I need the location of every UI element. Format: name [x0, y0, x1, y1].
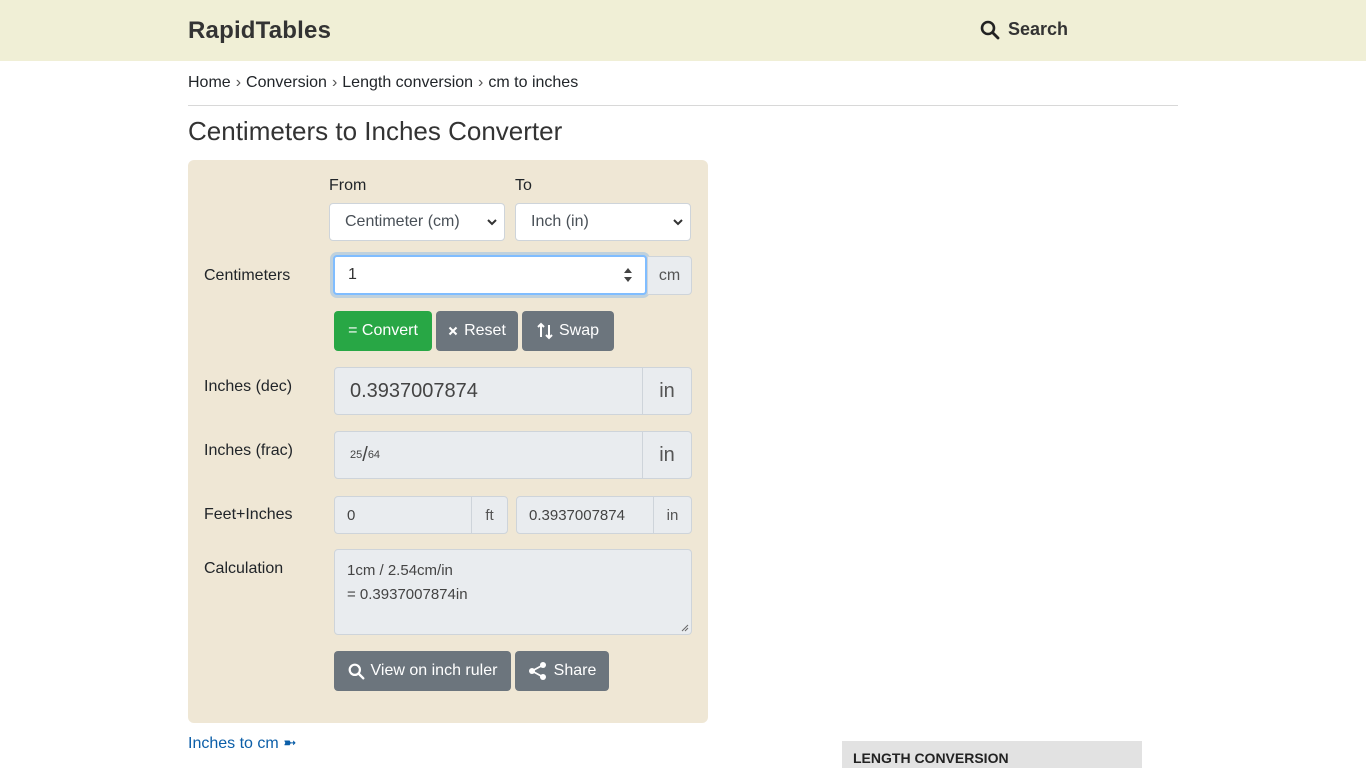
swap-label: Swap	[558, 322, 600, 339]
calc-line-2: = 0.3937007874in	[347, 586, 468, 603]
breadcrumb-divider	[188, 105, 1178, 106]
breadcrumb-conversion[interactable]: Conversion	[246, 74, 327, 92]
from-label: From	[329, 177, 367, 194]
inches-frac-label: Inches (frac)	[204, 442, 293, 459]
reset-button[interactable]: Reset	[436, 311, 518, 351]
inches-frac-output[interactable]: 25/64	[334, 431, 643, 479]
search-icon	[980, 20, 1000, 39]
inches-dec-label: Inches (dec)	[204, 378, 293, 395]
breadcrumb-separator: ›	[478, 74, 484, 91]
ruler-button-label: View on inch ruler	[370, 662, 498, 679]
inches-remainder-unit: in	[653, 496, 692, 534]
centimeters-input[interactable]: 1	[333, 255, 647, 295]
breadcrumb-length-conversion[interactable]: Length conversion	[342, 74, 473, 92]
to-unit-value: Inch (in)	[531, 213, 589, 230]
from-unit-value: Centimeter (cm)	[345, 213, 460, 230]
to-unit-select[interactable]: Inch (in)	[515, 203, 691, 241]
feet-output[interactable]: 0	[334, 496, 472, 534]
centimeters-label: Centimeters	[204, 267, 291, 284]
feet-unit: ft	[471, 496, 508, 534]
resize-handle-icon[interactable]	[681, 624, 689, 632]
chevron-down-icon	[487, 219, 497, 226]
search-button[interactable]: Search	[980, 19, 1068, 40]
swap-button[interactable]: Swap	[522, 311, 614, 351]
sidebar-length-conversion-heading: LENGTH CONVERSION	[842, 741, 1142, 768]
to-label: To	[515, 177, 532, 194]
inches-remainder-output[interactable]: 0.3937007874	[516, 496, 654, 534]
inches-frac-unit: in	[642, 431, 692, 479]
centimeters-input-value: 1	[348, 266, 357, 283]
search-label: Search	[1008, 19, 1069, 39]
share-icon	[528, 662, 546, 680]
reset-label: Reset	[464, 322, 506, 339]
view-on-inch-ruler-button[interactable]: View on inch ruler	[334, 651, 511, 691]
page-title: Centimeters to Inches Converter	[188, 116, 563, 146]
inches-dec-output[interactable]: 0.3937007874	[334, 367, 643, 415]
breadcrumb: Home › Conversion › Length conversion › …	[188, 74, 578, 92]
calc-line-1: 1cm / 2.54cm/in	[347, 562, 453, 579]
frac-numerator: 25	[350, 449, 363, 461]
top-bar: RapidTables Search	[0, 0, 1366, 61]
breadcrumb-separator: ›	[235, 74, 242, 91]
calculation-label: Calculation	[204, 560, 284, 577]
share-button[interactable]: Share	[515, 651, 609, 691]
chevron-down-icon	[673, 219, 683, 226]
breadcrumb-current: cm to inches	[488, 74, 579, 91]
spinner-arrows-icon[interactable]	[623, 266, 633, 284]
feet-inches-label: Feet+Inches	[204, 506, 293, 523]
share-label: Share	[553, 662, 597, 679]
search-icon	[348, 663, 365, 679]
convert-button[interactable]: = Convert	[334, 311, 432, 351]
calculation-textarea[interactable]: 1cm / 2.54cm/in = 0.3937007874in	[334, 549, 692, 635]
site-logo[interactable]: RapidTables	[188, 17, 331, 45]
frac-denominator: 64	[367, 449, 381, 461]
close-icon	[448, 326, 458, 336]
breadcrumb-separator: ›	[331, 74, 338, 91]
from-unit-select[interactable]: Centimeter (cm)	[329, 203, 505, 241]
breadcrumb-home[interactable]: Home	[188, 74, 231, 92]
swap-arrows-icon	[537, 322, 553, 340]
inches-to-cm-link[interactable]: Inches to cm ➼	[188, 733, 297, 753]
cm-unit-addon: cm	[647, 256, 692, 295]
inches-dec-unit: in	[642, 367, 692, 415]
